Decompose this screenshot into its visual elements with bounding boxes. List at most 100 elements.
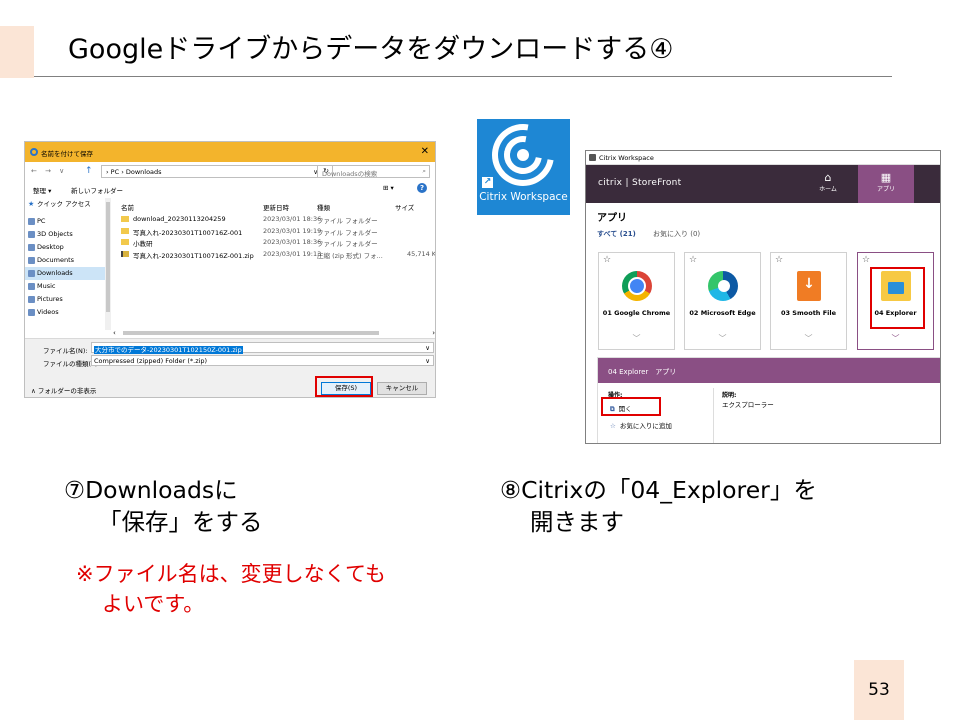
tab-all[interactable]: すべて (21) <box>597 229 636 239</box>
explorer-card-highlight <box>870 267 925 329</box>
sidebar-item-3d-objects[interactable]: 3D Objects <box>25 228 105 241</box>
chevron-down-icon[interactable]: ﹀ <box>685 333 760 344</box>
step7-caption-line1: ⑦Downloadsに <box>64 476 238 504</box>
slide-title: Googleドライブからデータをダウンロードする④ <box>68 34 674 65</box>
column-header-size[interactable]: サイズ <box>395 202 414 212</box>
filetype-select[interactable]: Compressed (zipped) Folder (*.zip) ∨ <box>91 355 434 366</box>
description-label: 説明: <box>722 392 737 399</box>
favorite-star-icon[interactable]: ☆ <box>862 255 870 265</box>
file-size: 45,714 KB <box>407 249 436 258</box>
sidebar-scrollbar[interactable] <box>105 198 111 330</box>
up-arrow-icon[interactable]: ↑ <box>85 166 93 176</box>
help-icon[interactable]: ? <box>417 183 427 193</box>
filename-note-line2: よいです。 <box>102 592 205 616</box>
sidebar-item-pictures[interactable]: Pictures <box>25 293 105 306</box>
sidebar-item-downloads[interactable]: Downloads <box>25 267 105 280</box>
sidebar-item-label: 3D Objects <box>37 230 73 238</box>
file-row[interactable]: download_20230113204259 2023/03/01 18:36… <box>121 214 433 226</box>
favorite-star-icon[interactable]: ☆ <box>603 255 611 265</box>
favorite-star-icon[interactable]: ☆ <box>775 255 783 265</box>
tab-favorites[interactable]: お気に入り (0) <box>653 229 700 239</box>
app-card-edge[interactable]: ☆ 02 Microsoft Edge ﹀ <box>684 252 761 350</box>
app-filter-tabs: すべて (21) お気に入り (0) <box>597 229 797 241</box>
detail-header-text: 04 Explorer アプリ <box>608 368 677 376</box>
address-path[interactable]: › PC › Downloads ∨ ↻ <box>101 165 333 178</box>
filename-field[interactable]: 大分市でのデータ-20230301T102150Z-001.zip ∨ <box>91 342 434 354</box>
title-divider <box>34 76 892 77</box>
pc-icon <box>28 218 35 225</box>
sidebar-item-music[interactable]: Music <box>25 280 105 293</box>
sidebar-item-label: Downloads <box>37 269 73 277</box>
filename-value: 大分市でのデータ-20230301T102150Z-001.zip <box>94 346 243 354</box>
shortcut-arrow-icon: ↗ <box>482 177 493 188</box>
dialog-toolbar: 整理 ▾ 新しいフォルダー ⊞ ▾ ? <box>25 182 435 198</box>
zip-folder-icon <box>121 250 129 257</box>
column-header-name[interactable]: 名前 <box>121 202 134 212</box>
file-row[interactable]: 写真入れ-20230301T100716Z-001.zip 2023/03/01… <box>121 249 436 261</box>
organize-button[interactable]: 整理 ▾ <box>33 185 51 195</box>
chevron-down-icon[interactable]: ∨ <box>425 344 430 352</box>
folder-icon <box>121 216 129 222</box>
cancel-button[interactable]: キャンセル <box>377 382 427 395</box>
save-button-highlight <box>315 376 373 397</box>
app-card-smooth-file[interactable]: ☆ 03 Smooth File ﹀ <box>770 252 847 350</box>
view-options-button[interactable]: ⊞ ▾ <box>383 184 394 192</box>
videos-icon <box>28 309 35 316</box>
address-bar-row: ← → ∨ ↑ › PC › Downloads ∨ ↻ Downloadsの検… <box>25 162 435 182</box>
chevron-down-icon[interactable]: ∨ <box>425 357 430 365</box>
nav-arrows[interactable]: ← → ∨ <box>31 167 67 175</box>
edge-icon <box>708 271 738 301</box>
folder-icon <box>121 227 129 234</box>
sidebar-item-documents[interactable]: Documents <box>25 254 105 267</box>
file-list-header: 名前 更新日時 種類 サイズ <box>121 198 433 212</box>
description-value: エクスプローラー <box>722 401 774 409</box>
sidebar-item-quick-access[interactable]: ★ クイック アクセス <box>25 198 105 211</box>
storefront-header: citrix | StoreFront ⌂ ホーム ▦ アプリ <box>586 165 940 203</box>
file-type: ファイル フォルダー <box>317 217 378 225</box>
save-as-dialog: 名前を付けて保存 ✕ ← → ∨ ↑ › PC › Downloads ∨ ↻ … <box>24 141 436 398</box>
section-title: アプリ <box>597 213 627 224</box>
column-header-type[interactable]: 種類 <box>317 202 330 212</box>
app-card-chrome[interactable]: ☆ 01 Google Chrome ﹀ <box>598 252 675 350</box>
chevron-left-icon[interactable]: ‹ <box>113 329 116 337</box>
star-icon: ★ <box>28 200 35 208</box>
cube-icon <box>28 231 35 238</box>
sidebar-item-desktop[interactable]: Desktop <box>25 241 105 254</box>
hide-folders-toggle[interactable]: ∧ フォルダーの非表示 <box>31 385 96 395</box>
chevron-down-icon[interactable]: ﹀ <box>599 333 674 344</box>
nav-home[interactable]: ⌂ ホーム <box>808 171 848 193</box>
sidebar-item-label: Desktop <box>37 243 64 251</box>
sidebar-item-videos[interactable]: Videos <box>25 306 105 319</box>
search-icon: ⌕ <box>422 167 426 175</box>
search-placeholder: Downloadsの検索 <box>322 170 378 178</box>
file-name: download_20230113204259 <box>133 215 226 223</box>
sidebar-item-pc[interactable]: PC <box>25 215 105 228</box>
app-name: 01 Google Chrome <box>602 309 671 317</box>
chevron-down-icon[interactable]: ﹀ <box>858 333 933 344</box>
file-list-scrollbar[interactable]: ‹ › <box>113 329 435 337</box>
favorite-star-icon[interactable]: ☆ <box>689 255 697 265</box>
scrollbar-thumb[interactable] <box>106 202 110 312</box>
nav-apps[interactable]: ▦ アプリ <box>858 165 914 203</box>
add-favorite-link[interactable]: ☆ お気に入りに追加 <box>610 420 672 430</box>
chevron-down-icon[interactable]: ﹀ <box>771 333 846 344</box>
citrix-workspace-shortcut[interactable]: ↗ Citrix Workspace <box>477 119 570 215</box>
file-row[interactable]: 写真入れ-20230301T100716Z-001 2023/03/01 19:… <box>121 226 433 238</box>
app-name: 02 Microsoft Edge <box>689 309 756 317</box>
window-title: Citrix Workspace <box>599 154 654 162</box>
storefront-brand: citrix | StoreFront <box>598 178 682 188</box>
pictures-icon <box>28 296 35 303</box>
apps-grid-icon: ▦ <box>880 171 892 184</box>
new-folder-button[interactable]: 新しいフォルダー <box>71 185 123 195</box>
chevron-right-icon[interactable]: › <box>432 329 435 337</box>
sidebar-item-label: Documents <box>37 256 75 264</box>
scrollbar-thumb[interactable] <box>123 331 379 335</box>
filetype-value: Compressed (zipped) Folder (*.zip) <box>94 357 208 365</box>
close-icon[interactable]: ✕ <box>421 146 429 157</box>
search-input[interactable]: Downloadsの検索 ⌕ <box>317 165 430 178</box>
column-header-date[interactable]: 更新日時 <box>263 202 289 212</box>
navigation-pane: ★ クイック アクセス PC 3D Objects Desktop Documen… <box>25 198 105 330</box>
file-row[interactable]: 小教研 2023/03/01 18:36 ファイル フォルダー <box>121 237 433 249</box>
smooth-file-icon <box>797 271 821 301</box>
step7-caption-line2: 「保存」をする <box>98 508 263 536</box>
